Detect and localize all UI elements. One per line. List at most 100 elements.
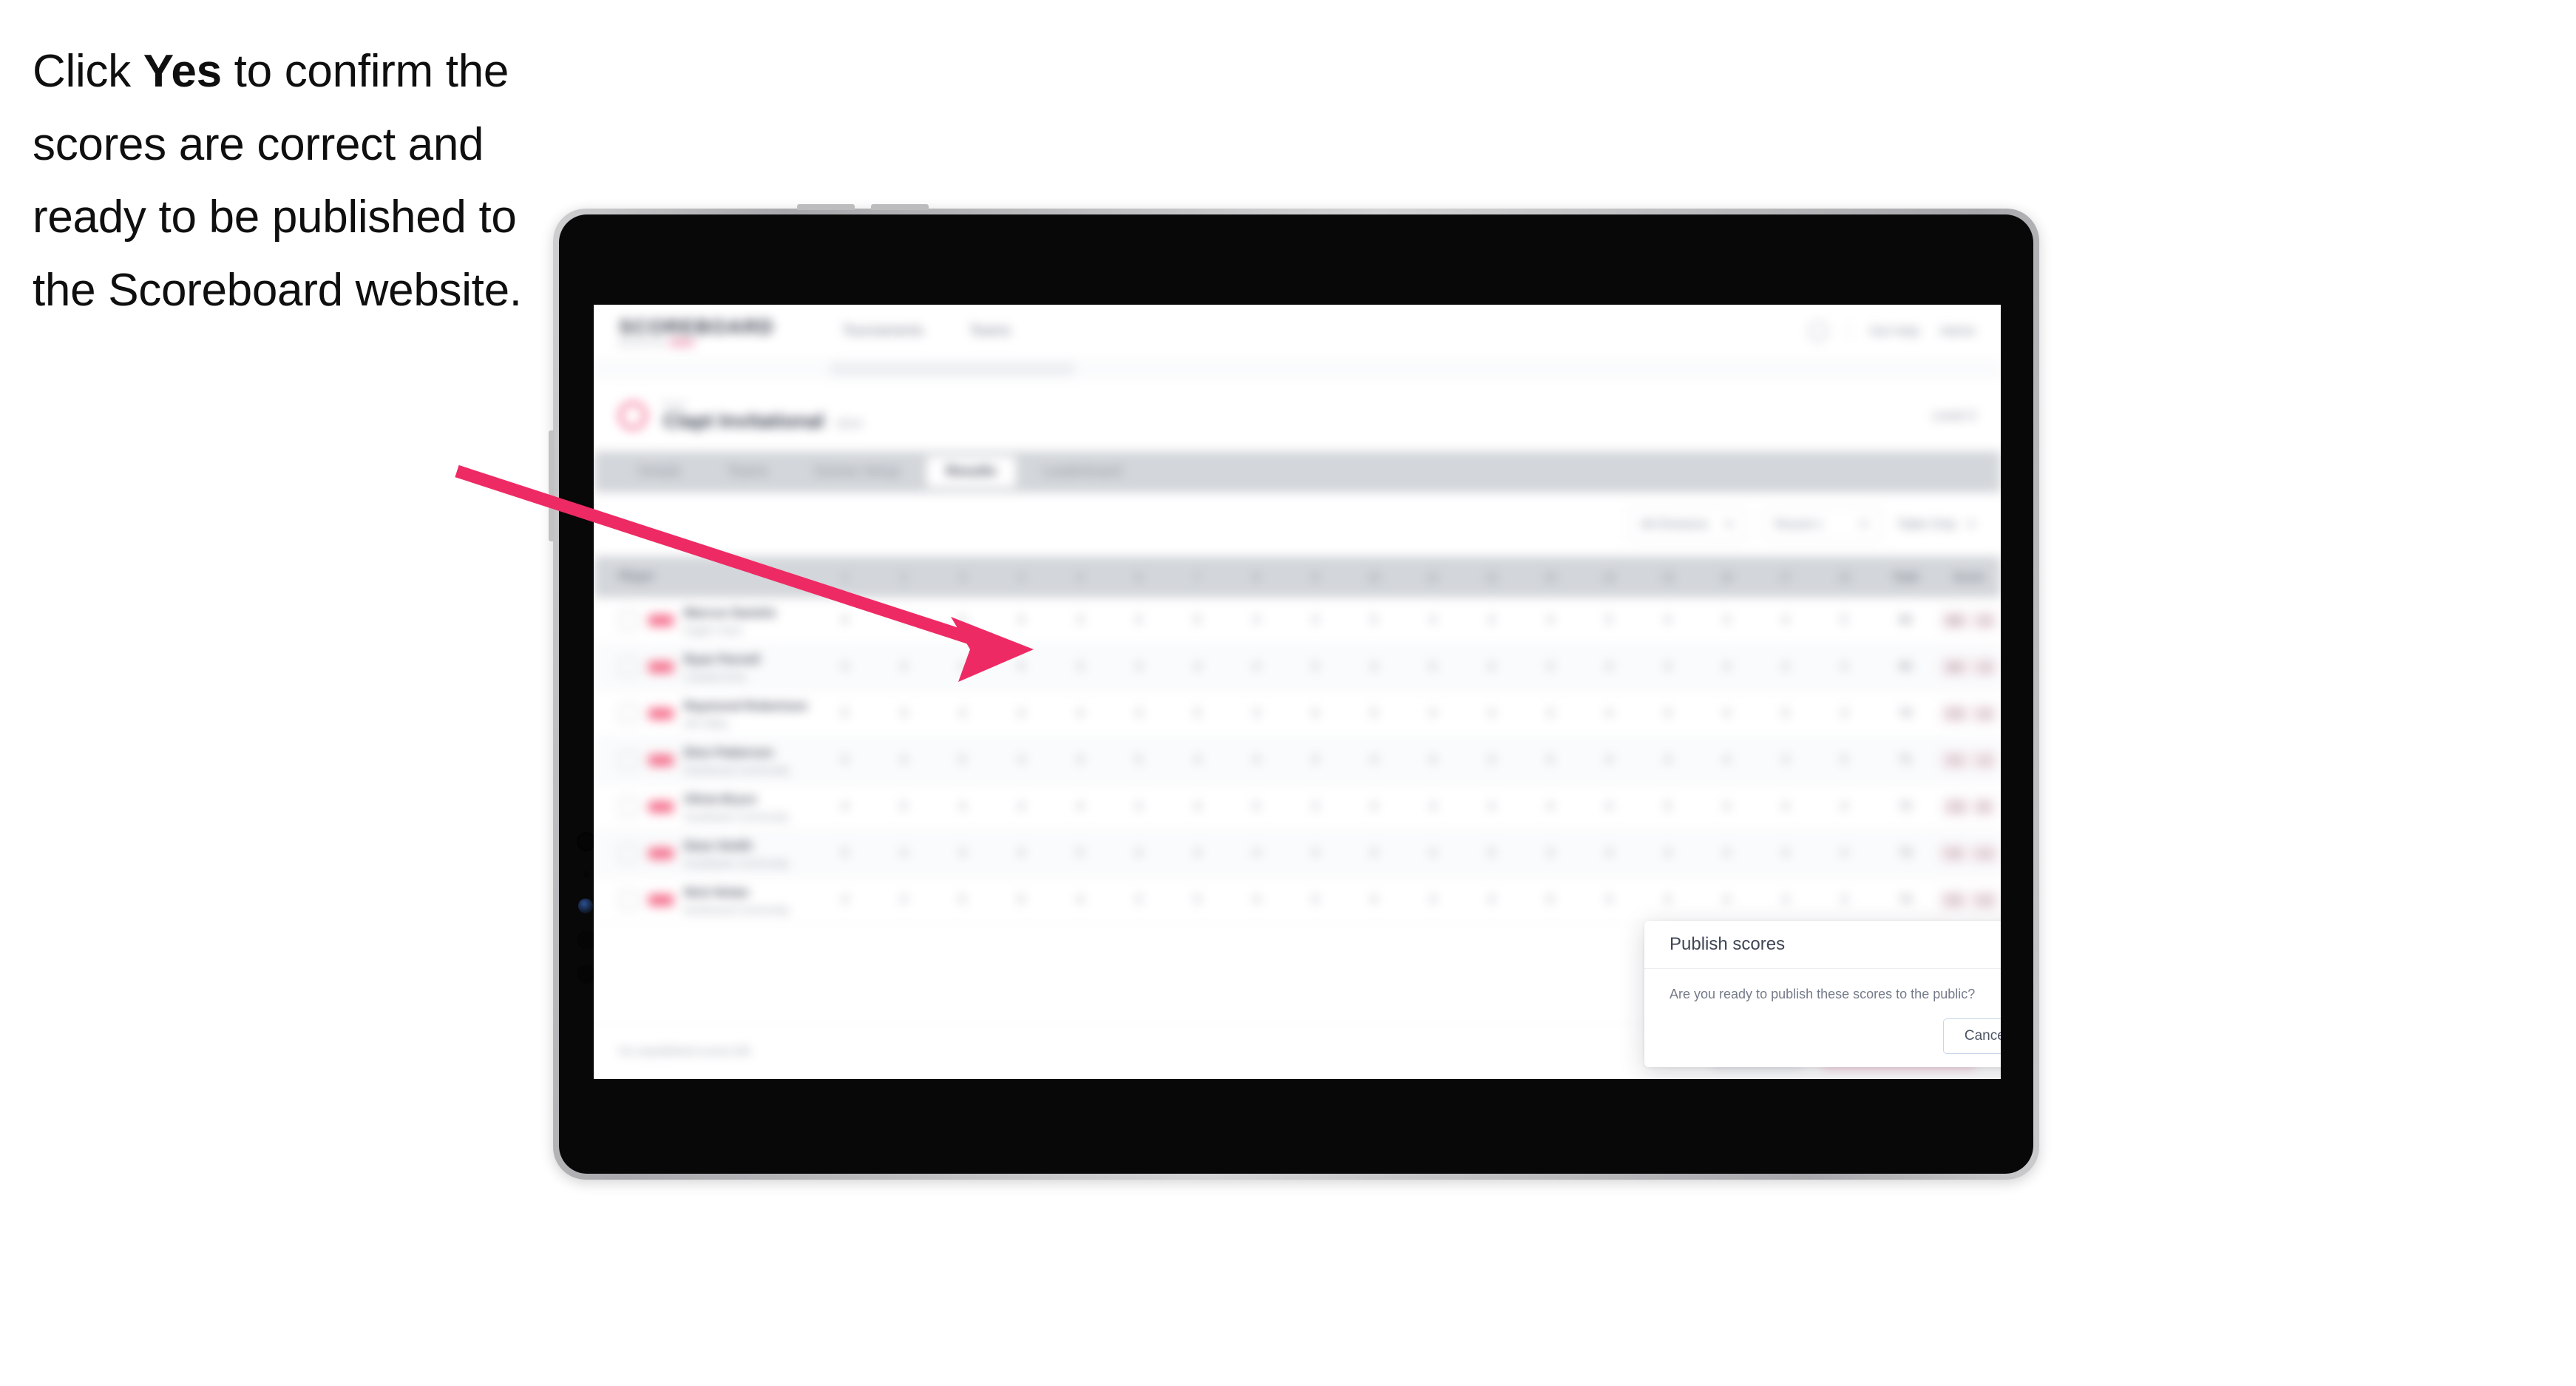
- tab-leaderboard[interactable]: Leaderboard: [1023, 456, 1142, 487]
- hole-score-cell[interactable]: 4: [933, 707, 992, 720]
- hole-score-cell[interactable]: 3: [1462, 614, 1522, 627]
- hole-score-cell[interactable]: 4: [1227, 614, 1287, 627]
- hole-score-cell[interactable]: 3: [1521, 660, 1580, 674]
- table-row[interactable]: Dion Patterson Northwood Community 4 4 5 4 3 5 4…: [594, 737, 2001, 784]
- hole-score-cell[interactable]: 5: [933, 893, 992, 907]
- hole-score-cell[interactable]: 5: [816, 847, 875, 860]
- hole-score-cell[interactable]: 4: [1345, 893, 1404, 907]
- hole-score-cell[interactable]: 5: [992, 660, 1051, 674]
- hole-score-cell[interactable]: 3: [1403, 893, 1462, 907]
- hole-score-cell[interactable]: 3: [1286, 660, 1345, 674]
- hole-score-cell[interactable]: 4: [1638, 847, 1698, 860]
- hole-score-cell[interactable]: 4: [1580, 800, 1639, 814]
- hole-score-cell[interactable]: 5: [1756, 707, 1815, 720]
- hole-score-cell[interactable]: 4: [875, 754, 934, 767]
- hole-score-cell[interactable]: 4: [1815, 660, 1874, 674]
- hole-score-cell[interactable]: 5: [1345, 614, 1404, 627]
- volume-up-button[interactable]: [797, 204, 855, 210]
- hole-score-cell[interactable]: 4: [1345, 800, 1404, 814]
- table-row[interactable]: Nick Nolan Northwood Community 4 4 5 5 4 4 5 4 4 4 3…: [594, 877, 2001, 924]
- tab-teams[interactable]: Teams: [708, 456, 787, 487]
- hole-score-cell[interactable]: 4: [1815, 893, 1874, 907]
- hole-score-cell[interactable]: 4: [1403, 614, 1462, 627]
- tab-games-setup[interactable]: Games Setup: [795, 456, 919, 487]
- hole-score-cell[interactable]: 4: [1110, 800, 1169, 814]
- breadcrumb[interactable]: [830, 362, 1074, 376]
- hole-score-cell[interactable]: 3: [1462, 754, 1522, 767]
- hole-score-cell[interactable]: 4: [1462, 893, 1522, 907]
- hole-score-cell[interactable]: 5: [1051, 847, 1110, 860]
- hole-score-cell[interactable]: 4: [1638, 754, 1698, 767]
- hole-score-cell[interactable]: 3: [1521, 847, 1580, 860]
- hole-score-cell[interactable]: 3: [1051, 754, 1110, 767]
- nav-item-teams[interactable]: Teams: [969, 323, 1011, 339]
- table-row[interactable]: Raymond Robertson Hill Valley 5 3 4 4 4 4 5 3 4 5 4 4…: [594, 691, 2001, 737]
- hole-score-cell[interactable]: 4: [1110, 614, 1169, 627]
- hole-score-cell[interactable]: 4: [1403, 800, 1462, 814]
- hole-score-cell[interactable]: 4: [816, 893, 875, 907]
- hole-score-cell[interactable]: 4: [992, 847, 1051, 860]
- hole-score-cell[interactable]: 3: [1286, 800, 1345, 814]
- hole-score-cell[interactable]: 4: [933, 660, 992, 674]
- hole-score-cell[interactable]: 3: [1521, 707, 1580, 720]
- hole-score-cell[interactable]: 5: [1345, 707, 1404, 720]
- user-circle-icon[interactable]: [1808, 322, 1828, 341]
- row-checkbox[interactable]: [619, 797, 638, 817]
- hole-score-cell[interactable]: 4: [1168, 800, 1227, 814]
- hole-score-cell[interactable]: 4: [1110, 707, 1169, 720]
- hole-score-cell[interactable]: 4: [1227, 847, 1287, 860]
- hole-score-cell[interactable]: 3: [1286, 614, 1345, 627]
- hole-score-cell[interactable]: 4: [1110, 660, 1169, 674]
- hole-score-cell[interactable]: 4: [1580, 707, 1639, 720]
- hole-score-cell[interactable]: 4: [1110, 893, 1169, 907]
- hole-score-cell[interactable]: 4: [1227, 754, 1287, 767]
- hole-score-cell[interactable]: 4: [1756, 847, 1815, 860]
- hole-score-cell[interactable]: 4: [1756, 800, 1815, 814]
- hole-score-cell[interactable]: 4: [1756, 893, 1815, 907]
- volume-down-button[interactable]: [871, 204, 929, 210]
- hole-score-cell[interactable]: 4: [1345, 754, 1404, 767]
- hole-score-cell[interactable]: 4: [1227, 660, 1287, 674]
- hole-score-cell[interactable]: 5: [1521, 754, 1580, 767]
- hole-score-cell[interactable]: 4: [1580, 847, 1639, 860]
- hole-score-cell[interactable]: 3: [875, 614, 934, 627]
- hole-score-cell[interactable]: 3: [1051, 660, 1110, 674]
- hole-score-cell[interactable]: 4: [1698, 847, 1757, 860]
- hole-score-cell[interactable]: 4: [992, 614, 1051, 627]
- hole-score-cell[interactable]: 4: [1051, 893, 1110, 907]
- hole-score-cell[interactable]: 4: [1638, 707, 1698, 720]
- row-checkbox[interactable]: [619, 704, 638, 723]
- hole-score-cell[interactable]: 3: [1698, 614, 1757, 627]
- table-row[interactable]: Ryan Parnell Coastal Drive 4 4 4 5 3 4 4 4 3 4 5 4 3 4 4…: [594, 644, 2001, 691]
- table-row[interactable]: Marcus Daniels Eagle's Nest 4 3 5 4 3 4 5 4 3 5 4 3 4 5…: [594, 598, 2001, 644]
- hole-score-cell[interactable]: 4: [1698, 707, 1757, 720]
- hole-score-cell[interactable]: 4: [875, 660, 934, 674]
- hole-score-cell[interactable]: 4: [1345, 847, 1404, 860]
- hole-score-cell[interactable]: 4: [1580, 660, 1639, 674]
- hole-score-cell[interactable]: 5: [1168, 614, 1227, 627]
- hole-score-cell[interactable]: 4: [992, 800, 1051, 814]
- hole-score-cell[interactable]: 4: [1286, 754, 1345, 767]
- hole-score-cell[interactable]: 4: [1168, 754, 1227, 767]
- hole-score-cell[interactable]: 5: [992, 893, 1051, 907]
- hole-score-cell[interactable]: 4: [875, 893, 934, 907]
- hole-score-cell[interactable]: 4: [1638, 614, 1698, 627]
- hole-score-cell[interactable]: 5: [1168, 707, 1227, 720]
- hole-score-cell[interactable]: 5: [1638, 800, 1698, 814]
- hole-score-cell[interactable]: 4: [1698, 893, 1757, 907]
- hole-score-cell[interactable]: 5: [1227, 800, 1287, 814]
- hole-score-cell[interactable]: 4: [1638, 893, 1698, 907]
- hole-score-cell[interactable]: 4: [1227, 893, 1287, 907]
- hole-score-cell[interactable]: 3: [1227, 707, 1287, 720]
- hole-score-cell[interactable]: 4: [1286, 847, 1345, 860]
- hole-score-cell[interactable]: 4: [1403, 847, 1462, 860]
- hole-score-cell[interactable]: 5: [1462, 847, 1522, 860]
- hole-score-cell[interactable]: 4: [1462, 707, 1522, 720]
- division-select[interactable]: All Divisions: [1627, 507, 1746, 541]
- table-only-toggle[interactable]: Table Only: [1897, 517, 1976, 532]
- hole-score-cell[interactable]: 4: [1638, 660, 1698, 674]
- hole-score-cell[interactable]: 4: [1403, 754, 1462, 767]
- hole-score-cell[interactable]: 5: [1168, 893, 1227, 907]
- hole-score-cell[interactable]: 4: [1286, 893, 1345, 907]
- tab-results[interactable]: Results: [926, 456, 1016, 487]
